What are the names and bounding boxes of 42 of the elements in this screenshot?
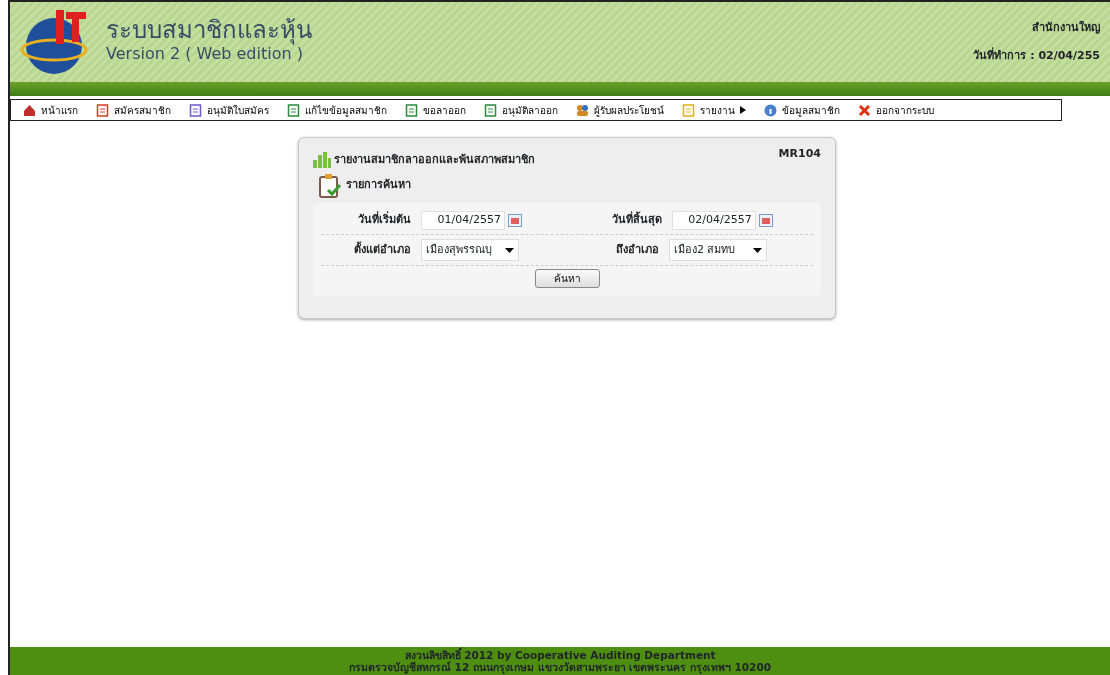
menu-item[interactable]: อนุมัติลาออก: [478, 102, 564, 118]
people-icon: [576, 103, 589, 117]
field-label: วันที่เริ่มต้น: [357, 212, 412, 229]
footer-text: กรมตรวจบัญชีสหกรณ์ 12 ถนนกรุงเกษม แขวงวัดสามพระยา เขตพระนคร กรุงเทพฯ 10200: [347, 661, 773, 673]
menu-item[interactable]: ผู้รับผลประโยชน์: [570, 102, 670, 118]
date-field[interactable]: 02/04/2557: [671, 211, 756, 230]
document-icon: [405, 103, 418, 117]
menu-item[interactable]: รายงาน: [676, 102, 752, 118]
work-date: วันที่ทำการ : 02/04/255: [973, 47, 1100, 64]
document-icon: [287, 103, 300, 117]
form-icon: [96, 103, 109, 117]
report-title: รายงานสมาชิกลาออกและพ้นสภาพสมาชิก: [333, 151, 535, 168]
checklist-icon: [189, 103, 202, 117]
calendar-icon[interactable]: [507, 214, 522, 227]
field-label: ถึงอำเภอ: [615, 241, 660, 258]
menu-item[interactable]: ออกจากระบบ: [852, 102, 940, 118]
field-label: วันที่สิ้นสุด: [610, 212, 663, 229]
date-field[interactable]: 01/04/2557: [421, 211, 505, 230]
field-label: ตั้งแต่อำเภอ: [353, 241, 412, 258]
document-icon: [484, 103, 497, 117]
bar-chart-icon: [313, 152, 331, 168]
dropdown-arrow-icon: [505, 247, 514, 253]
cross-icon: [858, 103, 871, 117]
footer-text: สงวนลิขสิทธิ์ 2012 by Cooperative Auditing Department: [404, 649, 717, 661]
menu-item[interactable]: สมัครสมาชิก: [90, 102, 177, 118]
menu-item[interactable]: หน้าแรก: [17, 102, 84, 118]
report-code: MR104: [778, 146, 821, 162]
calendar-icon[interactable]: [758, 214, 773, 227]
search-button[interactable]: ค้นหา: [534, 268, 600, 288]
menu-item[interactable]: แก้ไขข้อมูลสมาชิก: [281, 102, 393, 118]
menu-item[interactable]: ข้อมูลสมาชิก: [758, 102, 846, 118]
section-title: รายการค้นหา: [346, 177, 411, 194]
dropdown[interactable]: เมืองสุพรรณบุ: [421, 239, 519, 261]
menu-item[interactable]: อนุมัติใบสมัคร: [183, 102, 275, 118]
menu-item[interactable]: ขอลาออก: [399, 102, 472, 118]
version-text: Version 2 ( Web edition ): [106, 44, 303, 65]
clipboard-check-icon: [318, 173, 341, 198]
dropdown[interactable]: เมือง2 สมทบ: [669, 239, 767, 261]
dropdown-arrow-icon: [753, 247, 762, 253]
house-icon: [23, 103, 36, 117]
office-name: สำนักงานใหญ: [1032, 20, 1100, 36]
info-icon: [764, 103, 777, 117]
